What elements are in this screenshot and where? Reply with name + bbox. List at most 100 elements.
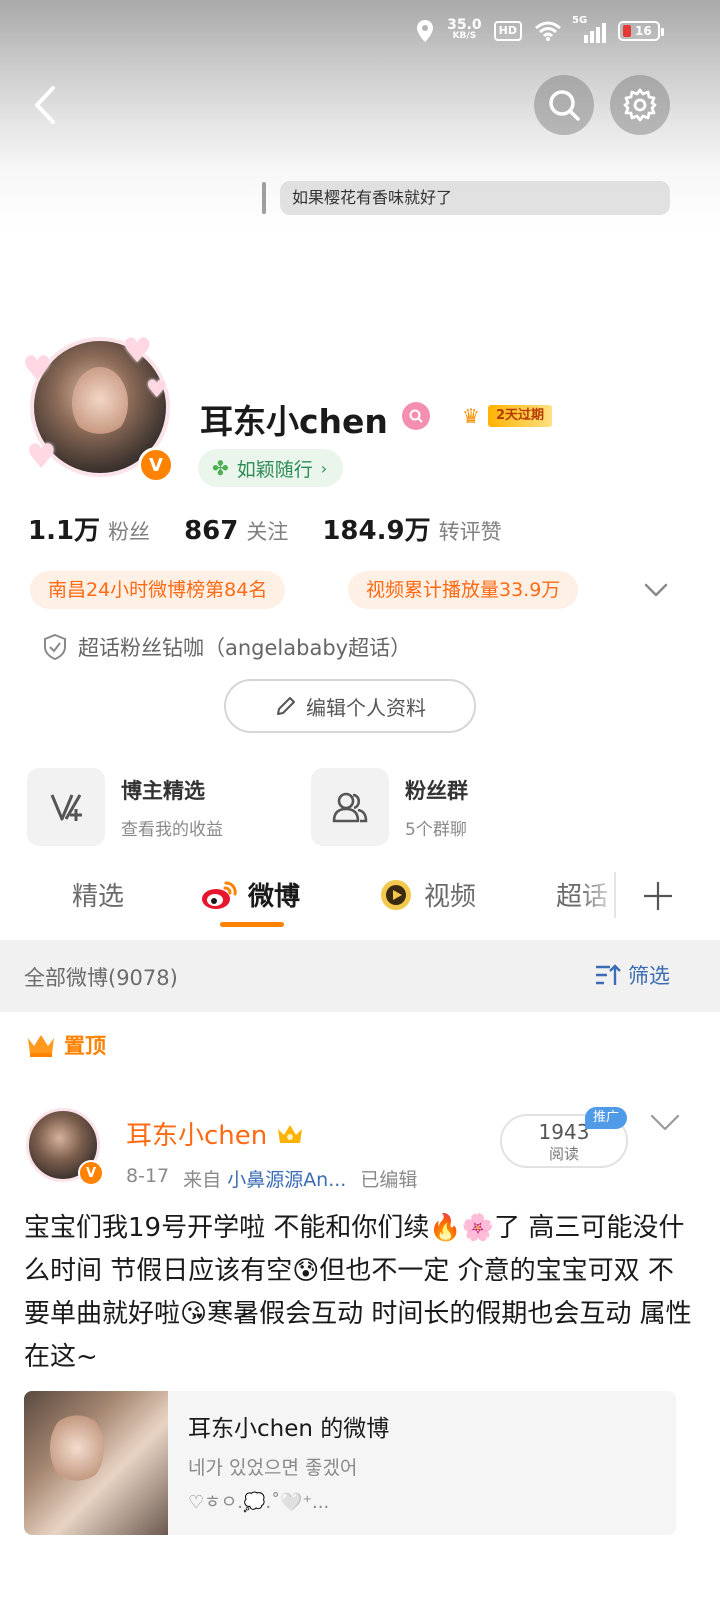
card-subtitle: 5个群聊: [405, 819, 467, 840]
profile-name: 耳东小chen: [200, 402, 388, 441]
stat-number: 184.9万: [322, 516, 431, 546]
post-text[interactable]: 宝宝们我19号开学啦 不能和你们续🔥🌸了 高三可能没什么时间 节假日应该有空😰但…: [24, 1207, 694, 1379]
super-topic-row[interactable]: 超话粉丝钻咖（angelababy超话）: [42, 632, 411, 662]
card-fan-groups[interactable]: 粉丝群 5个群聊: [311, 768, 468, 846]
tab-video[interactable]: 视频: [378, 876, 476, 913]
post-source[interactable]: 小鼻源源An...: [227, 1169, 346, 1191]
clover-icon: ✤: [212, 456, 229, 480]
card-title: 粉丝群: [405, 778, 468, 803]
vip-expiry: 2天过期: [488, 405, 553, 427]
chevron-down-icon: [644, 583, 668, 597]
card-subtitle: 查看我的收益: [121, 819, 223, 840]
post-author-name: 耳东小chen: [126, 1121, 268, 1151]
tab-weibo[interactable]: 微博: [200, 876, 300, 913]
active-tab-indicator: [220, 922, 284, 927]
card-creator-picks[interactable]: 博主精选 查看我的收益: [27, 768, 223, 846]
speed-value: 35.0: [447, 17, 482, 33]
crown-icon: ♛: [462, 404, 480, 428]
stat-following[interactable]: 867 关注: [184, 516, 288, 546]
crown-icon: [28, 1035, 54, 1057]
post-avatar[interactable]: V: [26, 1108, 104, 1186]
shared-post-title: 耳东小chen 的微博: [188, 1416, 390, 1442]
tab-label: 微博: [248, 882, 301, 912]
rank-tag[interactable]: 视频累计播放量33.9万: [348, 571, 579, 609]
rank-tag[interactable]: 南昌24小时微博榜第84名: [30, 571, 286, 609]
shared-post-subtitle: 네가 있었으면 좋겠어: [188, 1457, 358, 1479]
vip-badge[interactable]: ♛ 2天过期: [462, 404, 553, 428]
shared-post-thumbnail: [24, 1391, 168, 1535]
stat-label: 粉丝: [108, 520, 151, 544]
cell-signal: 5G: [572, 15, 606, 43]
post-source-prefix: 来自: [183, 1169, 222, 1191]
stat-label: 关注: [246, 520, 289, 544]
tabs-divider: [614, 872, 616, 918]
pinned-text: 置顶: [64, 1034, 106, 1058]
verified-badge-icon: V: [78, 1160, 104, 1186]
fan-badge[interactable]: ✤ 如颖随行 ›: [198, 449, 344, 487]
filter-button[interactable]: 筛选: [594, 960, 670, 990]
post-author[interactable]: 耳东小chen: [126, 1115, 305, 1152]
gear-icon: [623, 88, 657, 122]
post-meta: 8-17 来自 小鼻源源An... 已编辑: [126, 1165, 417, 1192]
search-icon: [549, 90, 580, 121]
plus-icon: [644, 882, 672, 910]
chevron-right-icon: ›: [320, 458, 328, 478]
signature-marker: [262, 182, 266, 214]
filter-label: 筛选: [628, 964, 670, 988]
chevron-left-icon: [35, 86, 55, 124]
speed-unit: KB/S: [452, 31, 477, 41]
wifi-icon: [535, 21, 561, 41]
pinned-label: 置顶: [26, 1030, 106, 1060]
search-profile-icon[interactable]: [402, 402, 430, 430]
card-title: 博主精选: [121, 778, 205, 803]
profile-avatar[interactable]: ♥ ♥ ♥ ♥ V: [22, 331, 178, 485]
edit-profile-button[interactable]: 编辑个人资料: [224, 679, 476, 733]
battery-icon: 16: [618, 21, 664, 41]
settings-button[interactable]: [610, 75, 670, 135]
stat-label: 转评赞: [438, 520, 502, 544]
pencil-icon: [277, 697, 295, 715]
expand-tags-button[interactable]: [640, 574, 672, 606]
stat-followers[interactable]: 1.1万 粉丝: [28, 510, 150, 547]
stat-interactions[interactable]: 184.9万 转评赞: [322, 510, 501, 547]
tab-label: 精选: [72, 882, 125, 912]
super-topic-label: 超话粉丝钻咖（angelababy超话）: [78, 636, 412, 660]
post-date: 8-17: [126, 1165, 170, 1187]
group-icon: [311, 768, 389, 846]
stat-number: 867: [184, 516, 239, 546]
weibo-logo-icon: [202, 881, 237, 909]
stat-number: 1.1万: [28, 516, 101, 546]
shared-post-card[interactable]: 耳东小chen 的微博 네가 있었으면 좋겠어 ♡ㅎㅇ.💭.˚🤍⁺...: [24, 1391, 676, 1535]
promote-badge[interactable]: 推广: [585, 1107, 627, 1129]
shield-icon: [44, 633, 66, 661]
battery-level: 16: [635, 24, 652, 38]
all-posts-count: 全部微博(9078): [24, 966, 178, 990]
status-bar: 35.0 KB/S HD 5G 16: [0, 0, 720, 62]
back-button[interactable]: [20, 80, 70, 130]
status-indicators: 35.0 KB/S HD 5G 16: [415, 15, 664, 46]
read-label: 阅读: [548, 1145, 579, 1163]
fan-badge-label: 如颖随行: [236, 458, 313, 481]
post-menu-button[interactable]: [650, 1114, 682, 1146]
heart-decoration: ♥: [146, 375, 168, 403]
tab-featured[interactable]: 精选: [72, 876, 124, 913]
shared-post-decoration: ♡ㅎㅇ.💭.˚🤍⁺...: [188, 1492, 330, 1513]
verified-badge-icon: V: [138, 447, 174, 483]
v-plus-icon: [27, 768, 105, 846]
tab-label: 视频: [424, 882, 477, 912]
signature-text[interactable]: 如果樱花有香味就好了: [280, 181, 670, 215]
edit-profile-label: 编辑个人资料: [306, 695, 426, 720]
network-speed: 35.0 KB/S: [447, 17, 482, 42]
chevron-down-icon: [650, 1114, 680, 1131]
filter-icon: [596, 964, 621, 985]
profile-stats: 1.1万 粉丝 867 关注 184.9万 转评赞: [28, 510, 536, 547]
post-edited: 已编辑: [360, 1169, 418, 1191]
heart-decoration: ♥: [26, 437, 57, 477]
location-icon: [417, 20, 434, 42]
add-tab-button[interactable]: [638, 876, 678, 916]
heart-decoration: ♥: [22, 349, 53, 389]
hd-badge: HD: [493, 21, 522, 41]
vip-crown-icon: [278, 1124, 303, 1143]
heart-decoration: ♥: [122, 331, 153, 371]
search-button[interactable]: [534, 75, 594, 135]
